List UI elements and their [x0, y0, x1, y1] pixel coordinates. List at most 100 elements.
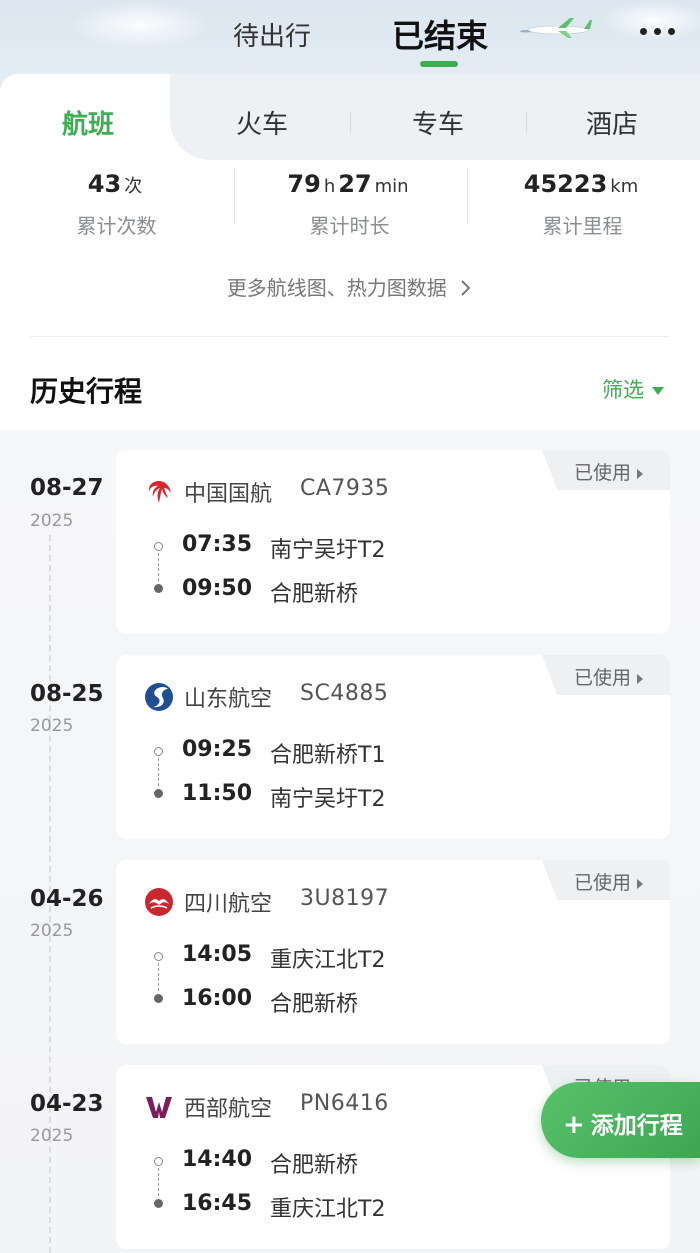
departure-time: 07:35 — [182, 532, 253, 557]
arrival-time: 09:50 — [182, 576, 253, 601]
stat-number: 43 — [87, 170, 122, 198]
trip-card[interactable]: 已使用 四川航空 3U8197 14:05 重庆江北T2 16:00 合肥新桥 — [116, 860, 670, 1044]
arrival-airport: 合肥新桥 — [270, 582, 359, 607]
caret-down-icon — [652, 387, 664, 395]
status-badge[interactable]: 已使用 — [542, 450, 670, 490]
status-badge[interactable]: 已使用 — [542, 655, 670, 695]
add-trip-label: 添加行程 — [590, 1113, 683, 1139]
arrival-dot — [154, 584, 163, 593]
more-icon[interactable] — [638, 28, 678, 40]
west-air-logo — [146, 1097, 172, 1118]
stat-unit: min — [374, 176, 409, 197]
trip-date: 04-26 — [30, 886, 104, 912]
trip-date: 08-25 — [30, 681, 104, 707]
tab-flight[interactable]: 航班 — [52, 104, 124, 141]
segment-line — [158, 758, 159, 786]
stat-label: 累计里程 — [542, 214, 623, 238]
stat-unit: km — [610, 176, 639, 197]
history-title: 历史行程 — [30, 375, 143, 408]
triangle-right-icon — [637, 468, 644, 479]
air-china-logo — [148, 481, 171, 503]
stat-trips: 43 次 累计次数 — [0, 170, 233, 239]
stat-number: 79 — [287, 170, 321, 198]
add-trip-button[interactable]: + 添加行程 — [541, 1082, 700, 1158]
status-label: 已使用 — [574, 462, 632, 484]
trip-year: 2025 — [30, 921, 74, 941]
filter-button[interactable]: 筛选 — [602, 374, 664, 404]
top-tab-bar: 待出行 已结束 — [0, 0, 700, 75]
arrival-dot — [154, 789, 163, 798]
trip-card[interactable]: 已使用 中国国航 CA7935 07:35 南宁吴圩T2 09:50 合肥新桥 — [116, 450, 670, 634]
sichuan-airlines-logo — [145, 888, 173, 916]
tab-car[interactable]: 专车 — [400, 104, 476, 141]
departure-airport: 南宁吴圩T2 — [270, 538, 386, 563]
active-tab-indicator — [420, 61, 458, 67]
flight-number: CA7935 — [300, 476, 390, 501]
stat-label: 累计时长 — [309, 214, 390, 238]
tab-divider — [350, 111, 351, 133]
arrival-time: 11:50 — [182, 781, 253, 806]
arrival-dot — [154, 994, 163, 1003]
arrival-time: 16:45 — [182, 1191, 253, 1216]
departure-dot — [154, 542, 163, 551]
flight-number: 3U8197 — [300, 886, 390, 911]
trip-card[interactable]: 已使用 山东航空 SC4885 09:25 合肥新桥T1 11:50 南宁吴圩T… — [116, 655, 670, 839]
departure-dot — [154, 1157, 163, 1166]
section-divider — [30, 336, 670, 337]
status-badge[interactable]: 已使用 — [542, 860, 670, 900]
departure-dot — [154, 952, 163, 961]
stat-number: 45223 — [523, 170, 608, 198]
tab-divider — [526, 111, 527, 133]
departure-time: 14:40 — [182, 1147, 253, 1172]
stat-value: 79 h 27 min — [233, 170, 466, 198]
stat-label: 累计次数 — [76, 214, 157, 238]
airline-name: 西部航空 — [184, 1097, 273, 1122]
more-data-link[interactable]: 更多航线图、热力图数据 — [0, 272, 700, 301]
arrival-airport: 合肥新桥 — [270, 992, 359, 1017]
stat-duration: 79 h 27 min 累计时长 — [233, 170, 466, 239]
status-label: 已使用 — [574, 872, 632, 894]
arrival-time: 16:00 — [182, 986, 253, 1011]
stat-distance: 45223 km 累计里程 — [466, 170, 699, 239]
trip-year: 2025 — [30, 716, 74, 736]
segment-line — [158, 1168, 159, 1196]
trip-date: 04-23 — [30, 1091, 104, 1117]
trip-year: 2025 — [30, 1126, 74, 1146]
stat-number: 27 — [338, 170, 372, 198]
stat-value: 43 次 — [0, 170, 233, 198]
shandong-airlines-logo — [145, 683, 173, 711]
triangle-right-icon — [637, 673, 644, 684]
departure-airport: 重庆江北T2 — [270, 948, 386, 973]
stat-value: 45223 km — [466, 170, 699, 198]
stat-unit: 次 — [124, 176, 143, 197]
tab-train[interactable]: 火车 — [224, 104, 300, 141]
arrival-airport: 重庆江北T2 — [270, 1197, 386, 1222]
departure-airport: 合肥新桥T1 — [270, 743, 386, 768]
flight-number: PN6416 — [300, 1091, 389, 1116]
airline-name: 山东航空 — [184, 687, 273, 712]
departure-time: 09:25 — [182, 737, 253, 762]
trip-date: 08-27 — [30, 475, 104, 501]
departure-airport: 合肥新桥 — [270, 1153, 359, 1178]
flight-number: SC4885 — [300, 681, 389, 706]
segment-line — [158, 963, 159, 991]
segment-line — [158, 553, 159, 581]
plane-icon — [520, 18, 592, 38]
airline-name: 中国国航 — [184, 482, 273, 507]
more-data-label: 更多航线图、热力图数据 — [226, 276, 447, 300]
filter-label: 筛选 — [602, 378, 644, 402]
departure-time: 14:05 — [182, 942, 253, 967]
tab-done[interactable]: 已结束 — [378, 11, 502, 57]
status-label: 已使用 — [574, 667, 632, 689]
plus-icon: + — [563, 1110, 585, 1140]
tab-pending[interactable]: 待出行 — [220, 16, 324, 53]
trip-year: 2025 — [30, 511, 74, 531]
stat-unit: h — [323, 176, 336, 197]
tab-hotel[interactable]: 酒店 — [574, 104, 650, 141]
departure-dot — [154, 747, 163, 756]
chevron-right-icon — [461, 280, 471, 296]
arrival-airport: 南宁吴圩T2 — [270, 787, 386, 812]
arrival-dot — [154, 1199, 163, 1208]
airline-name: 四川航空 — [184, 892, 273, 917]
triangle-right-icon — [637, 878, 644, 889]
